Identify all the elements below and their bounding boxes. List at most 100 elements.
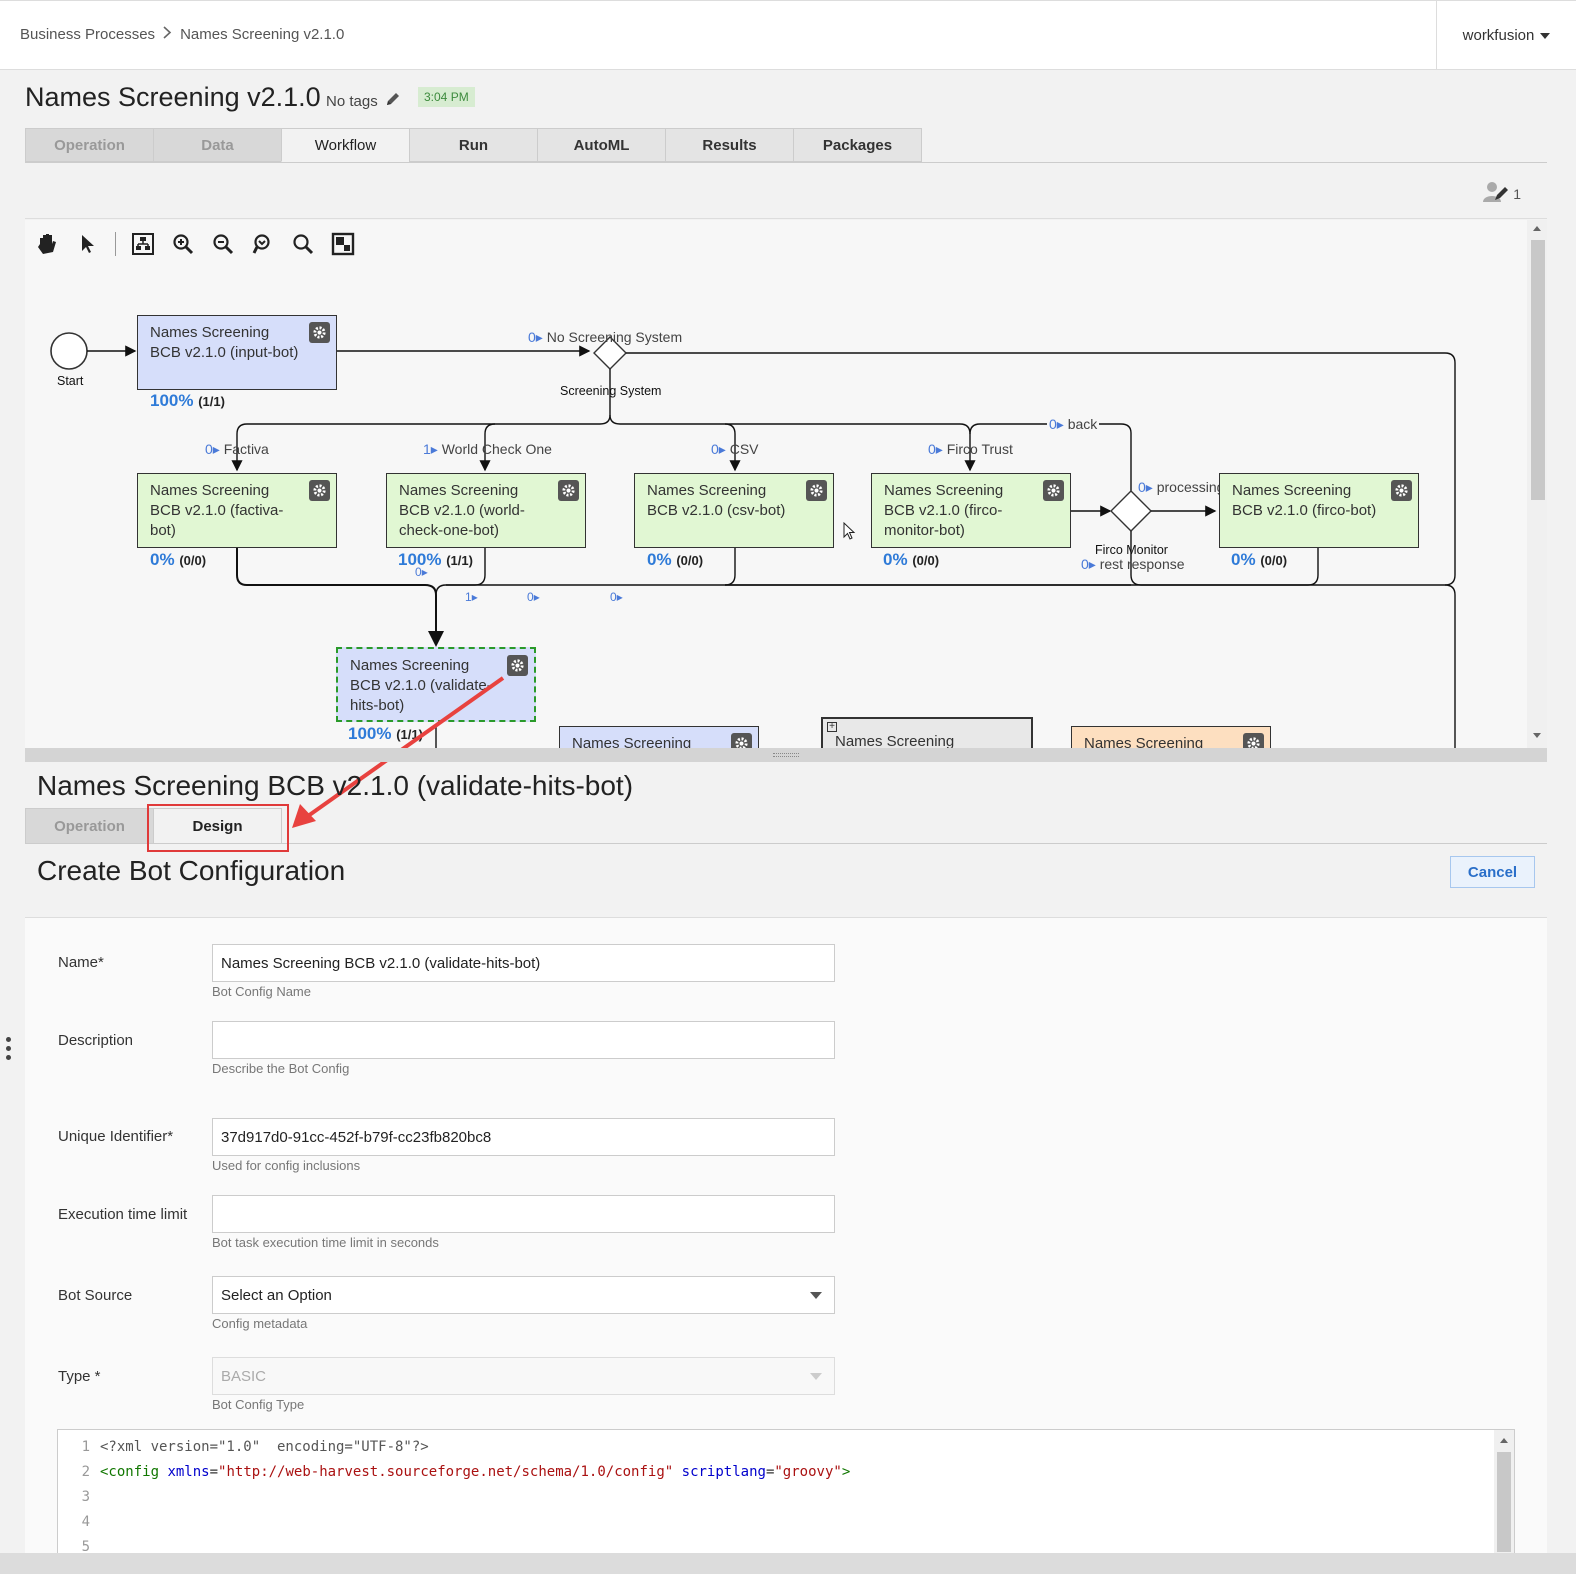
line-number-gutter: 1 2 3 4 5 bbox=[58, 1430, 94, 1555]
tab-operation[interactable]: Operation bbox=[25, 808, 154, 844]
start-event-label: Start bbox=[57, 374, 84, 388]
name-input[interactable]: Names Screening BCB v2.1.0 (validate-hit… bbox=[212, 944, 835, 982]
chevron-right-icon bbox=[163, 26, 172, 43]
node-title: Names Screening bbox=[1084, 735, 1204, 748]
code-vertical-scrollbar[interactable] bbox=[1494, 1430, 1514, 1553]
annotation-highlight-box bbox=[147, 804, 289, 852]
scrollbar-thumb[interactable] bbox=[1497, 1452, 1511, 1552]
expand-icon[interactable]: + bbox=[827, 722, 837, 732]
gateway-firco-monitor-label: Firco Monitor bbox=[1095, 543, 1168, 557]
breadcrumb-current: Names Screening v2.1.0 bbox=[180, 26, 345, 43]
line-number: 4 bbox=[81, 1514, 90, 1530]
description-hint: Describe the Bot Config bbox=[212, 1061, 350, 1076]
tags-editor[interactable]: No tags bbox=[326, 90, 402, 112]
node-title: Names Screening bbox=[572, 735, 692, 748]
node-title: Names Screening bbox=[150, 482, 270, 499]
type-value: BASIC bbox=[221, 1367, 267, 1385]
flow-rest-response[interactable]: 0▸ rest response bbox=[1081, 556, 1185, 573]
gear-icon[interactable] bbox=[1243, 733, 1264, 748]
tab-data[interactable]: Data bbox=[153, 128, 282, 162]
node-title: Names Screening bbox=[647, 482, 767, 499]
breadcrumb-root-link[interactable]: Business Processes bbox=[20, 26, 155, 43]
gear-icon[interactable] bbox=[558, 480, 579, 501]
tab-workflow[interactable]: Workflow bbox=[281, 128, 410, 162]
user-menu[interactable]: workfusion bbox=[1436, 1, 1576, 70]
node-partial-subprocess[interactable]: + Names Screening bbox=[821, 717, 1033, 748]
scrollbar-thumb[interactable] bbox=[1531, 240, 1545, 500]
tab-operation[interactable]: Operation bbox=[25, 128, 154, 162]
flow-firco-trust[interactable]: 0▸ Firco Trust bbox=[928, 441, 1013, 458]
page-horizontal-scrollbar[interactable] bbox=[0, 1553, 1576, 1574]
node-partial-1[interactable]: Names Screening bbox=[559, 726, 759, 748]
tab-automl[interactable]: AutoML bbox=[537, 128, 666, 162]
tab-results[interactable]: Results bbox=[665, 128, 794, 162]
flow-processing[interactable]: 0▸ processing bbox=[1138, 479, 1224, 496]
node-validate-hits-bot[interactable]: Names Screening BCB v2.1.0 (validate- hi… bbox=[336, 647, 536, 722]
flow-world-check[interactable]: 1▸ World Check One bbox=[423, 441, 552, 458]
flow-merge-c[interactable]: 0▸ bbox=[527, 590, 540, 604]
flow-merge-d[interactable]: 0▸ bbox=[610, 590, 623, 604]
node-progress: 0% (0/0) bbox=[647, 550, 704, 569]
editors-count: 1 bbox=[1513, 185, 1521, 202]
type-hint: Bot Config Type bbox=[212, 1397, 305, 1412]
gear-icon[interactable] bbox=[806, 480, 827, 501]
pencil-icon[interactable] bbox=[384, 90, 402, 112]
xml-code-editor[interactable]: 1 2 3 4 5 <?xml version="1.0" encoding="… bbox=[57, 1429, 1515, 1555]
splitter-grip-icon[interactable] bbox=[773, 753, 799, 757]
gear-icon[interactable] bbox=[309, 322, 330, 343]
bot-source-hint: Config metadata bbox=[212, 1316, 308, 1331]
node-partial-3[interactable]: Names Screening bbox=[1071, 726, 1271, 748]
gear-icon[interactable] bbox=[1391, 480, 1412, 501]
node-subtitle: BCB v2.1.0 (firco-bot) bbox=[1232, 502, 1377, 519]
unique-identifier-input[interactable]: 37d917d0-91cc-452f-b79f-cc23fb820bc8 bbox=[212, 1118, 835, 1156]
form-title: Create Bot Configuration bbox=[37, 855, 346, 886]
code-line: <config xmlns="http://web-harvest.source… bbox=[100, 1464, 851, 1480]
gear-icon[interactable] bbox=[731, 733, 752, 748]
panel-splitter[interactable] bbox=[25, 748, 1547, 762]
flow-no-screening[interactable]: 0▸ No Screening System bbox=[528, 329, 682, 346]
node-world-check-one-bot[interactable]: Names Screening BCB v2.1.0 (world- check… bbox=[386, 473, 586, 548]
gear-icon[interactable] bbox=[309, 480, 330, 501]
gear-icon[interactable] bbox=[507, 655, 528, 676]
line-number: 2 bbox=[81, 1464, 90, 1480]
description-input[interactable] bbox=[212, 1021, 835, 1059]
node-progress: 0% (0/0) bbox=[883, 550, 940, 569]
node-progress: 100% (1/1) bbox=[150, 391, 225, 410]
workflow-header bbox=[25, 163, 1547, 219]
unique-identifier-hint: Used for config inclusions bbox=[212, 1158, 361, 1173]
node-subtitle: BCB v2.1.0 (input-bot) bbox=[150, 344, 299, 361]
canvas-vertical-scrollbar[interactable] bbox=[1527, 220, 1547, 748]
tab-run[interactable]: Run bbox=[409, 128, 538, 162]
active-editors[interactable]: 1 bbox=[1481, 180, 1521, 207]
flow-factiva[interactable]: 0▸ Factiva bbox=[205, 441, 269, 458]
bot-source-value: Select an Option bbox=[221, 1286, 332, 1304]
node-subtitle: BCB v2.1.0 (firco- bbox=[884, 502, 1003, 519]
node-firco-bot[interactable]: Names Screening BCB v2.1.0 (firco-bot) bbox=[1219, 473, 1419, 548]
node-subtitle-cont: check-one-bot) bbox=[399, 522, 500, 539]
scroll-up-icon[interactable] bbox=[1499, 1436, 1509, 1444]
node-input-bot[interactable]: Names Screening BCB v2.1.0 (input-bot) bbox=[137, 315, 337, 390]
bot-source-select[interactable]: Select an Option bbox=[212, 1276, 835, 1314]
flow-csv[interactable]: 0▸ CSV bbox=[711, 441, 759, 458]
node-csv-bot[interactable]: Names Screening BCB v2.1.0 (csv-bot) bbox=[634, 473, 834, 548]
scroll-up-icon[interactable] bbox=[1532, 224, 1542, 232]
flow-merge-b[interactable]: 1▸ bbox=[465, 590, 478, 604]
node-title: Names Screening bbox=[884, 482, 1004, 499]
more-vertical-icon[interactable] bbox=[6, 1037, 12, 1064]
tab-packages[interactable]: Packages bbox=[793, 128, 922, 162]
gear-icon[interactable] bbox=[1043, 480, 1064, 501]
node-subtitle-cont: bot) bbox=[150, 522, 176, 539]
breadcrumb: Business Processes Names Screening v2.1.… bbox=[20, 26, 344, 43]
node-subtitle: BCB v2.1.0 (factiva- bbox=[150, 502, 284, 519]
execution-limit-input[interactable] bbox=[212, 1195, 835, 1233]
node-subtitle: BCB v2.1.0 (csv-bot) bbox=[647, 502, 786, 519]
workflow-canvas[interactable]: Start 0▸ No Screening System Screening S… bbox=[25, 220, 1547, 748]
line-number: 3 bbox=[81, 1489, 90, 1505]
node-firco-monitor-bot[interactable]: Names Screening BCB v2.1.0 (firco- monit… bbox=[871, 473, 1071, 548]
node-progress: 100% (1/1) bbox=[348, 724, 423, 743]
flow-back[interactable]: 0▸ back bbox=[1047, 416, 1100, 433]
cancel-button[interactable]: Cancel bbox=[1450, 856, 1535, 888]
scroll-down-icon[interactable] bbox=[1532, 732, 1542, 740]
node-progress: 100% (1/1) bbox=[398, 550, 473, 569]
node-factiva-bot[interactable]: Names Screening BCB v2.1.0 (factiva- bot… bbox=[137, 473, 337, 548]
